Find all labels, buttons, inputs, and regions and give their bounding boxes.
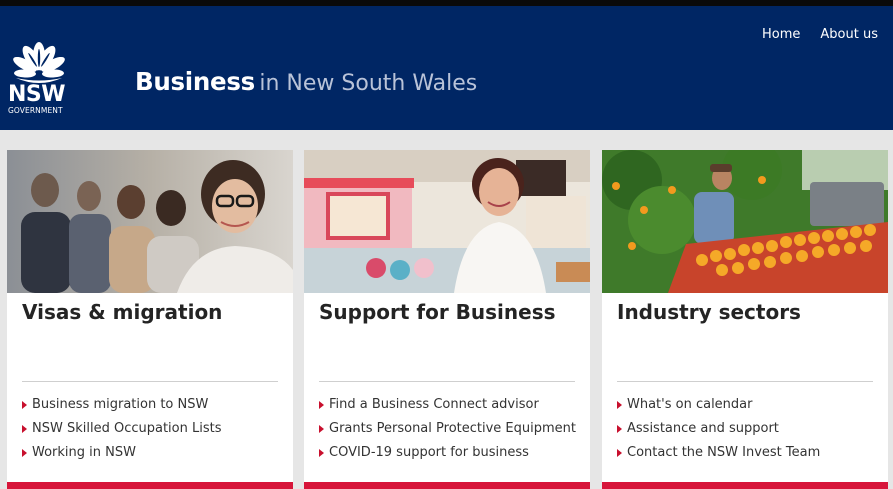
card-accent-bar [602, 482, 888, 489]
chevron-right-icon [319, 425, 324, 433]
chevron-right-icon [22, 425, 27, 433]
link-label: Working in NSW [32, 445, 136, 460]
card-title[interactable]: Visas & migration [22, 300, 222, 324]
chevron-right-icon [22, 449, 27, 457]
card-image-shopkeeper[interactable] [304, 150, 590, 293]
chevron-right-icon [617, 449, 622, 457]
card-image-people[interactable] [7, 150, 293, 293]
card-link-list: Business migration to NSW NSW Skilled Oc… [22, 396, 221, 468]
logo-subtitle: GOVERNMENT [8, 106, 63, 115]
card-title[interactable]: Industry sectors [617, 300, 801, 324]
link-label: Business migration to NSW [32, 397, 209, 412]
list-item[interactable]: Assistance and support [617, 420, 820, 444]
card-visas-migration: Visas & migration Business migration to … [7, 150, 293, 489]
divider [319, 381, 575, 382]
link-label: Grants Personal Protective Equipment [329, 421, 576, 436]
link-label: Contact the NSW Invest Team [627, 445, 821, 460]
list-item[interactable]: Grants Personal Protective Equipment [319, 420, 576, 444]
chevron-right-icon [319, 401, 324, 409]
chevron-right-icon [319, 449, 324, 457]
nav-about-link[interactable]: About us [820, 26, 878, 44]
list-item[interactable]: Working in NSW [22, 444, 221, 468]
top-nav: Home About us [762, 26, 878, 44]
chevron-right-icon [617, 401, 622, 409]
list-item[interactable]: Find a Business Connect advisor [319, 396, 576, 420]
site-header: NSW GOVERNMENT Business in New South Wal… [0, 6, 893, 130]
site-title-light: in New South Wales [259, 71, 478, 96]
divider [617, 381, 873, 382]
card-title[interactable]: Support for Business [319, 300, 556, 324]
list-item[interactable]: NSW Skilled Occupation Lists [22, 420, 221, 444]
card-accent-bar [304, 482, 590, 489]
nsw-government-logo[interactable]: NSW GOVERNMENT [6, 42, 72, 118]
card-link-list: Find a Business Connect advisor Grants P… [319, 396, 576, 468]
list-item[interactable]: Business migration to NSW [22, 396, 221, 420]
chevron-right-icon [22, 401, 27, 409]
waratah-icon [13, 42, 65, 83]
card-support-for-business: Support for Business Find a Business Con… [304, 150, 590, 489]
site-title-strong: Business [135, 67, 255, 96]
list-item[interactable]: COVID-19 support for business [319, 444, 576, 468]
chevron-right-icon [617, 425, 622, 433]
link-label: NSW Skilled Occupation Lists [32, 421, 222, 436]
nav-home-link[interactable]: Home [762, 26, 800, 44]
link-label: Find a Business Connect advisor [329, 397, 539, 412]
link-label: What's on calendar [627, 397, 753, 412]
link-label: Assistance and support [627, 421, 779, 436]
list-item[interactable]: Contact the NSW Invest Team [617, 444, 820, 468]
card-industry-sectors: Industry sectors What's on calendar Assi… [602, 150, 888, 489]
list-item[interactable]: What's on calendar [617, 396, 820, 420]
logo-wordmark: NSW [8, 82, 66, 107]
link-label: COVID-19 support for business [329, 445, 529, 460]
card-link-list: What's on calendar Assistance and suppor… [617, 396, 820, 468]
card-accent-bar [7, 482, 293, 489]
card-image-farmer[interactable] [602, 150, 888, 293]
site-title[interactable]: Business in New South Wales [135, 65, 477, 103]
divider [22, 381, 278, 382]
